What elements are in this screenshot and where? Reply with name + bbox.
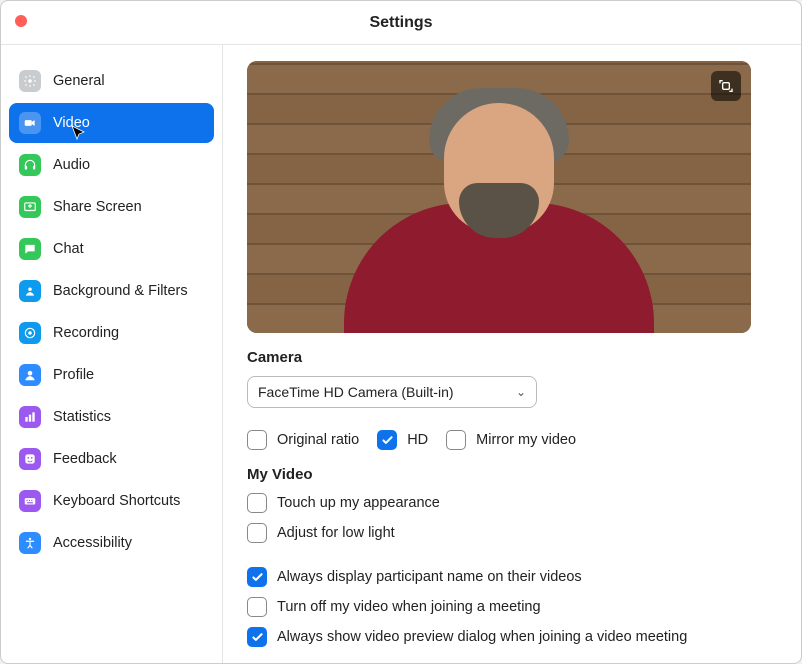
hd-label: HD xyxy=(407,432,428,448)
sidebar-item-label: Accessibility xyxy=(53,535,132,551)
camera-select-value: FaceTime HD Camera (Built-in) xyxy=(258,384,454,400)
background-icon xyxy=(19,280,41,302)
video-icon xyxy=(19,112,41,134)
sidebar-item-share-screen[interactable]: Share Screen xyxy=(9,187,214,227)
sidebar-item-label: Background & Filters xyxy=(53,283,188,299)
camera-select[interactable]: FaceTime HD Camera (Built-in) ⌄ xyxy=(247,376,537,408)
sidebar-item-label: General xyxy=(53,73,105,89)
touch-up-label: Touch up my appearance xyxy=(277,495,440,511)
sidebar-item-accessibility[interactable]: Accessibility xyxy=(9,523,214,563)
window-body: General Video Audio Share Screen xyxy=(1,45,801,663)
sidebar-item-keyboard-shortcuts[interactable]: Keyboard Shortcuts xyxy=(9,481,214,521)
hd-checkbox[interactable] xyxy=(377,430,397,450)
display-name-checkbox[interactable] xyxy=(247,567,267,587)
keyboard-icon xyxy=(19,490,41,512)
sidebar-item-label: Audio xyxy=(53,157,90,173)
sidebar-item-background-filters[interactable]: Background & Filters xyxy=(9,271,214,311)
my-video-heading: My Video xyxy=(247,466,777,483)
turn-off-video-checkbox[interactable] xyxy=(247,597,267,617)
headphones-icon xyxy=(19,154,41,176)
preview-dialog-checkbox[interactable] xyxy=(247,627,267,647)
sidebar-item-profile[interactable]: Profile xyxy=(9,355,214,395)
sidebar-item-audio[interactable]: Audio xyxy=(9,145,214,185)
settings-sidebar: General Video Audio Share Screen xyxy=(1,45,223,663)
sidebar-item-label: Profile xyxy=(53,367,94,383)
statistics-icon xyxy=(19,406,41,428)
sidebar-item-chat[interactable]: Chat xyxy=(9,229,214,269)
sidebar-item-label: Video xyxy=(53,115,90,131)
gear-icon xyxy=(19,70,41,92)
preview-person xyxy=(359,123,639,333)
camera-heading: Camera xyxy=(247,349,777,366)
sidebar-item-label: Feedback xyxy=(53,451,117,467)
low-light-checkbox[interactable] xyxy=(247,523,267,543)
rotate-camera-button[interactable] xyxy=(711,71,741,101)
rotate-icon xyxy=(718,78,734,94)
original-ratio-label: Original ratio xyxy=(277,432,359,448)
sidebar-item-label: Share Screen xyxy=(53,199,142,215)
video-settings-panel: Camera FaceTime HD Camera (Built-in) ⌄ O… xyxy=(223,45,801,663)
close-window-button[interactable] xyxy=(15,15,27,27)
touch-up-checkbox[interactable] xyxy=(247,493,267,513)
sidebar-item-label: Statistics xyxy=(53,409,111,425)
share-screen-icon xyxy=(19,196,41,218)
sidebar-item-recording[interactable]: Recording xyxy=(9,313,214,353)
mirror-checkbox[interactable] xyxy=(446,430,466,450)
titlebar: Settings xyxy=(1,1,801,45)
turn-off-video-label: Turn off my video when joining a meeting xyxy=(277,599,541,615)
chat-icon xyxy=(19,238,41,260)
feedback-icon xyxy=(19,448,41,470)
sidebar-item-label: Keyboard Shortcuts xyxy=(53,493,180,509)
profile-icon xyxy=(19,364,41,386)
chevron-down-icon: ⌄ xyxy=(516,385,526,399)
recording-icon xyxy=(19,322,41,344)
sidebar-item-video[interactable]: Video xyxy=(9,103,214,143)
low-light-label: Adjust for low light xyxy=(277,525,395,541)
sidebar-item-feedback[interactable]: Feedback xyxy=(9,439,214,479)
sidebar-item-statistics[interactable]: Statistics xyxy=(9,397,214,437)
video-preview xyxy=(247,61,751,333)
window-controls xyxy=(15,15,27,27)
display-name-label: Always display participant name on their… xyxy=(277,569,582,585)
sidebar-item-label: Chat xyxy=(53,241,84,257)
settings-window: Settings General Video Audio xyxy=(0,0,802,664)
sidebar-item-label: Recording xyxy=(53,325,119,341)
preview-dialog-label: Always show video preview dialog when jo… xyxy=(277,629,687,645)
sidebar-item-general[interactable]: General xyxy=(9,61,214,101)
original-ratio-checkbox[interactable] xyxy=(247,430,267,450)
mirror-label: Mirror my video xyxy=(476,432,576,448)
accessibility-icon xyxy=(19,532,41,554)
window-title: Settings xyxy=(1,14,801,32)
